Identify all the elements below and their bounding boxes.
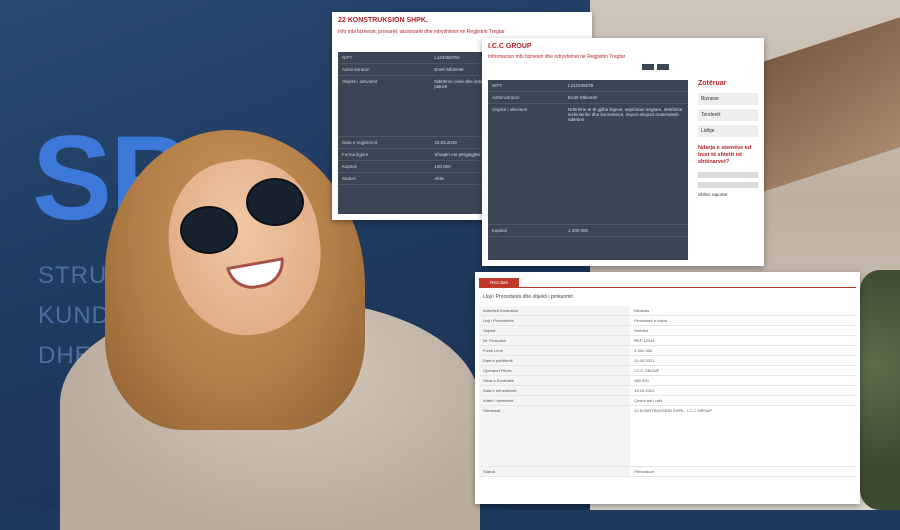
procurement-heading: Lloji i Procedurës dhe objekti i prokuri…	[483, 294, 573, 300]
sidebar-heading: Ndarja e stemëve ed buxt të shtetit në s…	[698, 145, 752, 166]
wall-sign-line-1: STRU	[38, 262, 108, 289]
sidebar-link[interactable]: Biznese	[698, 93, 758, 105]
sidebar-footer[interactable]: Shihni raportet	[698, 192, 758, 197]
sidebar-link[interactable]: Tenderët	[698, 109, 758, 121]
row-value: Ministria	[634, 308, 650, 313]
table-row: Vlera e Kontratës 980 000	[479, 376, 856, 386]
sidebar-link[interactable]: Lidhje	[698, 125, 758, 137]
procurement-panel: Rezultati Lloji i Procedurës dhe objekti…	[475, 272, 860, 504]
sidebar-bar	[698, 172, 758, 179]
row-key: Statusi	[342, 176, 356, 181]
panel-title: 22 KONSTRUKSION SHPK.	[338, 17, 428, 24]
table-row: NIPT L21234567B	[488, 80, 688, 92]
row-key: Vlera e Kontratës	[479, 376, 631, 385]
table-row: Fondi Limit 1 000 000	[479, 346, 856, 356]
sidebar-bar	[698, 182, 758, 189]
row-key: Kriteri i vlerësimit	[479, 396, 631, 405]
row-key: Fondi Limit	[479, 346, 631, 355]
row-value: 10.03.2021	[634, 358, 655, 363]
procurement-table: Autoriteti Kontraktor Ministria Lloji i P…	[479, 306, 856, 477]
row-value: Ndërtim	[634, 328, 649, 333]
panel-subtitle: Informacion mbi biznesin dhe ndryshimet …	[488, 54, 626, 60]
row-key: Objekti	[479, 326, 631, 335]
panel-title: I.C.C GROUP	[488, 43, 532, 50]
business-details-table: NIPT L21234567B Administratori Emër Mbiemë…	[488, 80, 688, 260]
row-key: Statusi	[479, 467, 631, 476]
business-panel-icc-group: I.C.C GROUP Informacion mbi biznesin dhe…	[482, 38, 764, 266]
row-value: Procedurë e hapur	[634, 318, 668, 323]
table-row: Autoriteti Kontraktor Ministria	[479, 306, 856, 316]
panel-subtitle: Info mbi biznesin, pronarët, aksionarët …	[338, 29, 505, 35]
row-value: Ndërtime të të gjitha llojeve, veprimtar…	[568, 107, 683, 122]
table-row: Objekti Ndërtim	[479, 326, 856, 336]
table-row: Kapitali 1 000 000	[488, 225, 688, 237]
row-value: I.C.C GROUP	[634, 368, 660, 373]
row-value: 1 000 000	[634, 348, 653, 353]
tab-underline	[479, 287, 856, 288]
row-value: L21234567B	[568, 83, 594, 88]
pager-button[interactable]	[657, 64, 669, 70]
table-row: Ofertuesit 22 KONSTRUKSION SHPK., I.C.C G…	[479, 406, 856, 467]
table-row: Kriteri i vlerësimit Çmimi më i ulët	[479, 396, 856, 406]
table-row: Operatori Fitues I.C.C GROUP	[479, 366, 856, 376]
row-value: Përfunduar	[634, 469, 655, 474]
table-row: Statusi Përfunduar	[479, 467, 856, 477]
row-key: Nr. Prokurimi	[479, 336, 631, 345]
row-value: 1 000 000	[568, 228, 589, 233]
row-value: 15.04.2021	[634, 388, 655, 393]
row-key: NIPT	[342, 55, 353, 60]
row-value: Emër Mbiemër	[568, 95, 598, 100]
plant	[860, 270, 900, 510]
tab-result[interactable]: Rezultati	[479, 278, 519, 287]
row-key: Operatori Fitues	[479, 366, 631, 375]
sunglasses-right-lens	[246, 178, 304, 226]
row-key: Forma ligjore	[342, 152, 369, 157]
row-key: Administratori	[342, 67, 370, 72]
row-key: Kapitali	[492, 228, 507, 233]
panel-sidebar: Zotëruar Biznese Tenderët Lidhje Ndarja …	[698, 80, 758, 197]
table-row: Lloji i Procedurës Procedurë e hapur	[479, 316, 856, 326]
row-key: Ofertuesit	[479, 406, 631, 466]
sunglasses-left-lens	[180, 206, 238, 254]
pager-button[interactable]	[642, 64, 654, 70]
sidebar-title: Zotëruar	[698, 80, 727, 87]
table-row: Objekti i aktivitetit Ndërtime të të gjit…	[488, 104, 688, 225]
row-key: Data e publikimit	[479, 356, 631, 365]
row-key: Objekti i aktivitetit	[492, 107, 528, 112]
row-key: Data e nënshkrimit	[479, 386, 631, 395]
table-row: Administratori Emër Mbiemër	[488, 92, 688, 104]
row-key: Objekti i aktivitetit	[342, 79, 378, 84]
row-value: REF-12345	[634, 338, 655, 343]
row-key: Administratori	[492, 95, 520, 100]
row-key: NIPT	[492, 83, 503, 88]
row-key: Autoriteti Kontraktor	[479, 306, 631, 315]
table-row: Data e publikimit 10.03.2021	[479, 356, 856, 366]
row-value: Çmimi më i ulët	[634, 398, 662, 403]
row-value: 22 KONSTRUKSION SHPK., I.C.C GROUP	[634, 408, 713, 413]
row-key: Kapitali	[342, 164, 357, 169]
table-row: Data e nënshkrimit 15.04.2021	[479, 386, 856, 396]
row-key: Data e regjistrimit	[342, 140, 378, 145]
table-row: Nr. Prokurimi REF-12345	[479, 336, 856, 346]
row-key: Lloji i Procedurës	[479, 316, 631, 325]
row-value: 980 000	[634, 378, 649, 383]
